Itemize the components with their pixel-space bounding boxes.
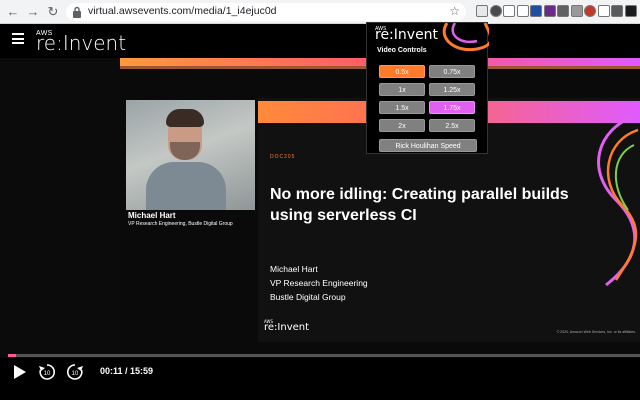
- extension-dash-icon[interactable]: [530, 5, 542, 17]
- progress-fill: [8, 354, 16, 357]
- speed-button-2-5x[interactable]: 2.5x: [429, 119, 475, 132]
- logo-reinvent-text: re:Invent: [36, 31, 127, 55]
- speaker-name: Michael Hart: [128, 211, 176, 220]
- site-header: AWS re:Invent: [0, 24, 640, 58]
- time-display: 00:11 / 15:59: [100, 366, 154, 376]
- speed-button-0-75x[interactable]: 0.75x: [429, 65, 475, 78]
- skip-forward-label: 10: [72, 371, 79, 377]
- url-text: virtual.awsevents.com/media/1_i4ejuc0d: [88, 5, 277, 17]
- extension-box-icon[interactable]: [557, 5, 569, 17]
- extension-square-icon[interactable]: [624, 5, 637, 17]
- video-controls-popup: AWS re:Invent Video Controls 0.5x 0.75x 1x…: [366, 22, 489, 154]
- popup-logo: AWS re:Invent: [375, 26, 439, 43]
- speed-button-2x[interactable]: 2x: [379, 119, 425, 132]
- speaker-title: VP Research Engineering, Bustle Digital …: [128, 221, 233, 227]
- skip-back-label: 10: [44, 371, 51, 377]
- slide-line: Michael Hart: [270, 264, 318, 274]
- progress-bar[interactable]: [8, 354, 640, 357]
- speed-button-1-75x[interactable]: 1.75x: [429, 101, 475, 114]
- extension-chrome-icon[interactable]: [570, 5, 583, 17]
- extension-b-icon[interactable]: [543, 5, 556, 17]
- slide-title: No more idling: Creating parallel builds…: [270, 186, 569, 224]
- reload-button[interactable]: ↻: [44, 3, 62, 21]
- speed-button-1-25x[interactable]: 1.25x: [429, 83, 475, 96]
- session-code: DOC205: [270, 154, 296, 160]
- extension-puzzle-icon[interactable]: [516, 5, 529, 17]
- speaker-video: [126, 100, 255, 210]
- address-bar[interactable]: virtual.awsevents.com/media/1_i4ejuc0d ☆: [66, 3, 466, 21]
- popup-heading: Video Controls: [377, 47, 427, 54]
- slide-line: VP Research Engineering: [270, 278, 368, 288]
- rick-houlihan-speed-button[interactable]: Rick Houlihan Speed: [379, 139, 477, 152]
- play-icon[interactable]: [8, 361, 30, 383]
- speed-button-0-5x[interactable]: 0.5x: [379, 65, 425, 78]
- menu-icon[interactable]: [12, 33, 24, 44]
- browser-toolbar: ← → ↻ virtual.awsevents.com/media/1_i4ej…: [0, 0, 640, 24]
- extension-speed-icon[interactable]: [476, 5, 488, 17]
- forward-button[interactable]: →: [24, 3, 42, 21]
- speed-button-1-5x[interactable]: 1.5x: [379, 101, 425, 114]
- extension-pocket-icon[interactable]: [584, 5, 596, 17]
- extension-dot-icon[interactable]: [597, 5, 610, 17]
- back-button[interactable]: ←: [4, 3, 22, 21]
- skip-back-icon[interactable]: 10: [36, 361, 58, 383]
- extension-mail-icon[interactable]: [611, 5, 623, 17]
- slide-copyright: © 2020, Amazon Web Services, Inc. or its…: [556, 330, 636, 334]
- extension-circle-icon[interactable]: [489, 5, 502, 17]
- popup-swirl-graphic: [442, 23, 489, 52]
- skip-forward-icon[interactable]: 10: [64, 361, 86, 383]
- speed-button-1x[interactable]: 1x: [379, 83, 425, 96]
- slide-logo: AWS re:Invent: [264, 319, 310, 333]
- video-player[interactable]: Michael Hart VP Research Engineering, Bu…: [0, 58, 640, 358]
- extension-gear-icon[interactable]: [503, 5, 515, 17]
- lock-icon: [73, 6, 81, 18]
- player-controls: 10 10 00:11 / 15:59: [0, 358, 640, 400]
- bookmark-star-icon[interactable]: ☆: [449, 4, 460, 18]
- slide-line: Bustle Digital Group: [270, 292, 346, 302]
